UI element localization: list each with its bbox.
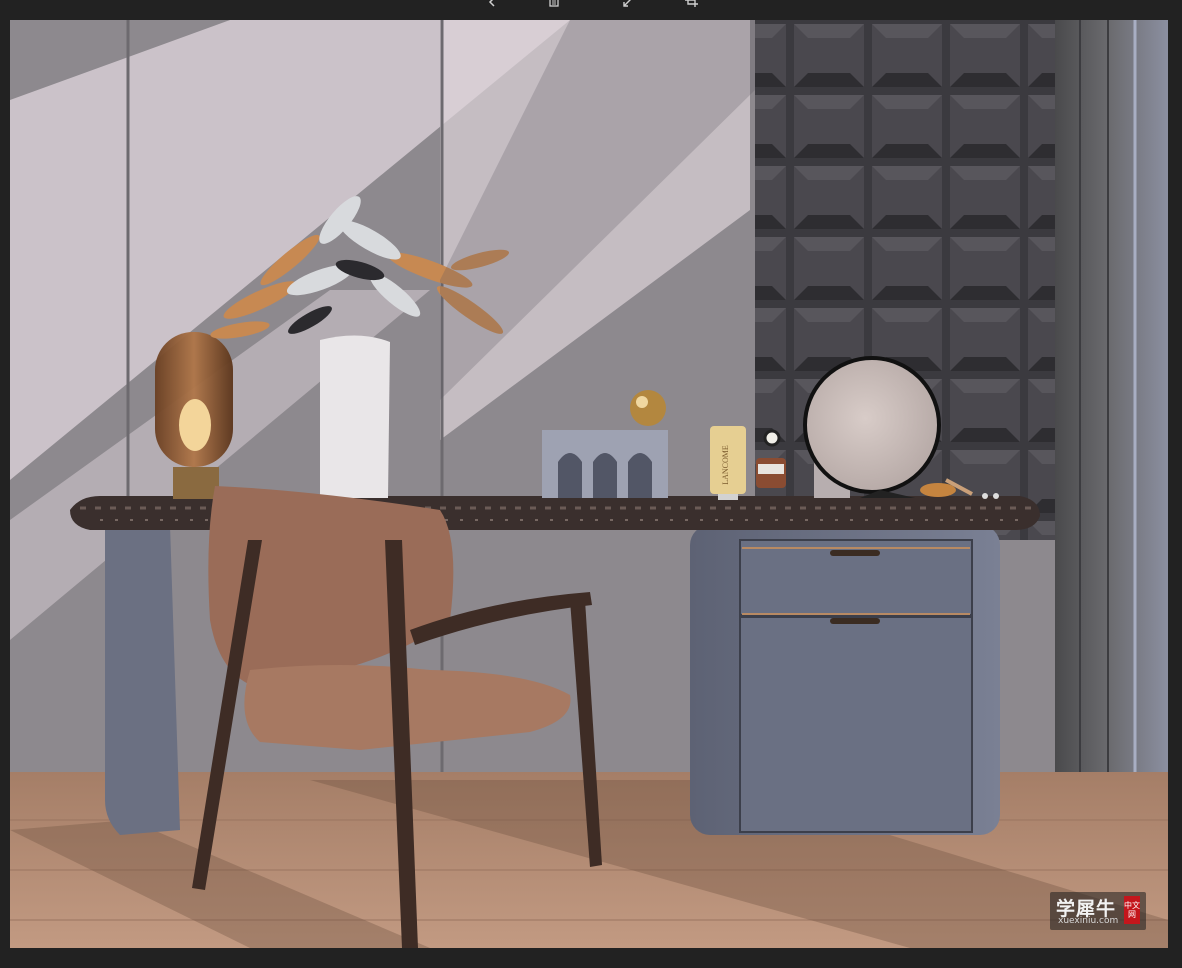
product-label: LANCOME (721, 445, 730, 485)
expand-button[interactable] (618, 0, 638, 8)
interior-render: LANCOME (10, 20, 1168, 948)
trash-icon (549, 0, 559, 7)
watermark-logo: 学犀牛 xuexiniu.com 中文网 (1050, 892, 1146, 930)
arch-bookend (542, 430, 668, 498)
image-viewer-toolbar (0, 0, 1182, 20)
crop-button[interactable] (682, 0, 702, 8)
image-canvas: LANCOME 学犀牛 xuexiniu.com 中文网 (10, 20, 1168, 948)
watermark-url: xuexiniu.com (1058, 916, 1119, 926)
lancome-tube: LANCOME (710, 426, 746, 500)
watermark-seal: 中文网 (1124, 896, 1140, 924)
expand-icon (623, 0, 631, 7)
viewer-bottom-bar (0, 948, 1182, 968)
crop-icon (685, 0, 698, 7)
delete-button[interactable] (544, 0, 564, 8)
back-button[interactable] (482, 0, 502, 8)
chevron-left-icon (488, 0, 495, 7)
